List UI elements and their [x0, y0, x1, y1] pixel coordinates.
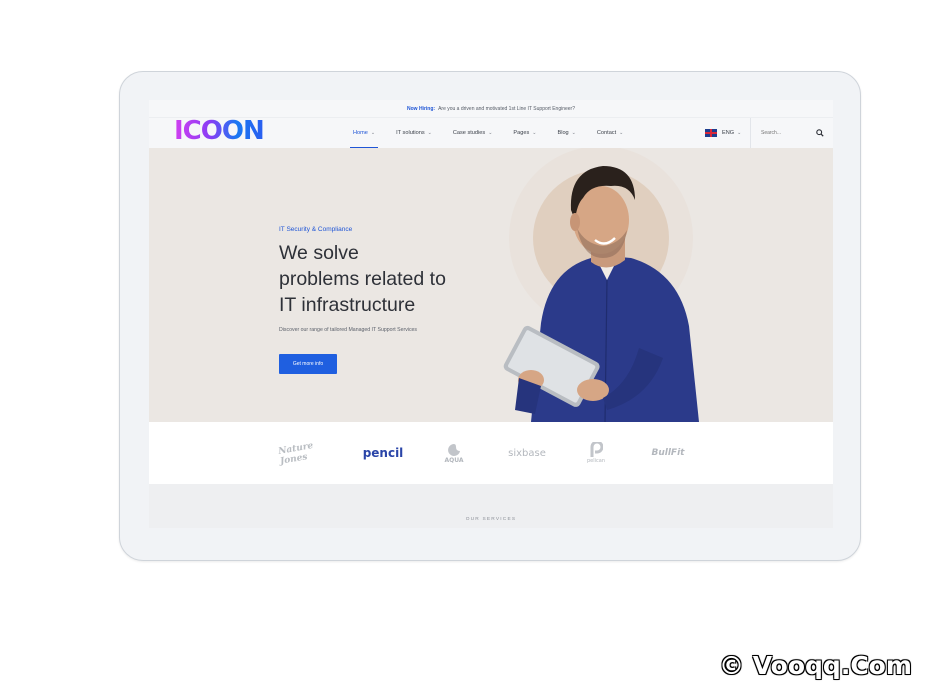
partner-logo[interactable]: AQUA: [439, 442, 469, 464]
brand-logo[interactable]: ICOON: [174, 118, 265, 144]
nav-item-label: Home: [353, 130, 368, 136]
nav-item-label: Contact: [596, 130, 617, 136]
announcement-highlight: Now Hiring:: [407, 105, 436, 112]
partner-logos: Nature Jones pencil AQUA sixbase pelican…: [149, 422, 833, 484]
hero-eyebrow: IT Security & Compliance: [279, 226, 353, 233]
uk-flag-icon: [705, 129, 717, 137]
search-icon[interactable]: [816, 129, 824, 137]
chevron-down-icon: ⌄: [571, 130, 576, 136]
partner-logo[interactable]: Nature Jones: [277, 438, 326, 468]
nav-divider: [750, 118, 751, 148]
chevron-down-icon: ⌄: [370, 130, 376, 136]
partner-logo[interactable]: pelican: [581, 442, 611, 464]
nav-item-home[interactable]: Home ⌄: [350, 118, 379, 148]
services-section: OUR SERVICES: [149, 484, 833, 528]
nav-item-label: Case studies: [452, 130, 486, 136]
partner-logo[interactable]: pencil: [360, 442, 406, 464]
nav-item-label: Pages: [513, 130, 530, 136]
partner-name: AQUA: [444, 456, 464, 464]
wave-icon: [448, 443, 460, 456]
chevron-down-icon: ⌄: [427, 130, 432, 136]
partner-name: pelican: [586, 458, 605, 464]
chevron-down-icon: ⌄: [619, 130, 624, 136]
p-logo-icon: [590, 442, 603, 457]
services-label: OUR SERVICES: [465, 517, 517, 522]
chevron-down-icon: ⌄: [488, 130, 493, 136]
search-input[interactable]: [761, 127, 823, 139]
nav-item-pages[interactable]: Pages ⌄: [510, 118, 539, 148]
chevron-down-icon: ⌄: [737, 130, 742, 136]
language-switcher[interactable]: ENG ⌄: [705, 118, 741, 148]
get-more-info-button[interactable]: Get more info: [279, 354, 337, 374]
watermark: © Vooqq.Com: [719, 651, 912, 680]
nav-item-label: IT solutions: [396, 130, 425, 136]
hero-man-with-tablet-image: [503, 148, 699, 422]
menu: Home ⌄ IT solutions ⌄ Case studies ⌄ Pages ⌄…: [350, 118, 641, 148]
nav-item-case-studies[interactable]: Case studies ⌄: [450, 118, 496, 148]
hero-subtext: Discover our range of tailored Managed I…: [279, 327, 418, 333]
main-navigation: ICOON Home ⌄ IT solutions ⌄ Case studies ⌄ …: [149, 118, 833, 153]
website-screen: Now Hiring: Are you a driven and motivat…: [149, 100, 833, 528]
announcement-message: Are you a driven and motivated 1st Line …: [438, 105, 575, 112]
hero-section: IT Security & Compliance We solve proble…: [149, 148, 833, 422]
partner-logo[interactable]: BullFit: [643, 442, 693, 464]
nav-item-contact[interactable]: Contact ⌄: [594, 118, 626, 148]
language-label: ENG: [722, 130, 735, 136]
partner-logo[interactable]: sixbase: [504, 442, 550, 464]
nav-item-blog[interactable]: Blog ⌄: [554, 118, 578, 148]
chevron-down-icon: ⌄: [532, 130, 537, 136]
nav-item-it-solutions[interactable]: IT solutions ⌄: [393, 118, 435, 148]
nav-item-label: Blog: [557, 130, 569, 136]
